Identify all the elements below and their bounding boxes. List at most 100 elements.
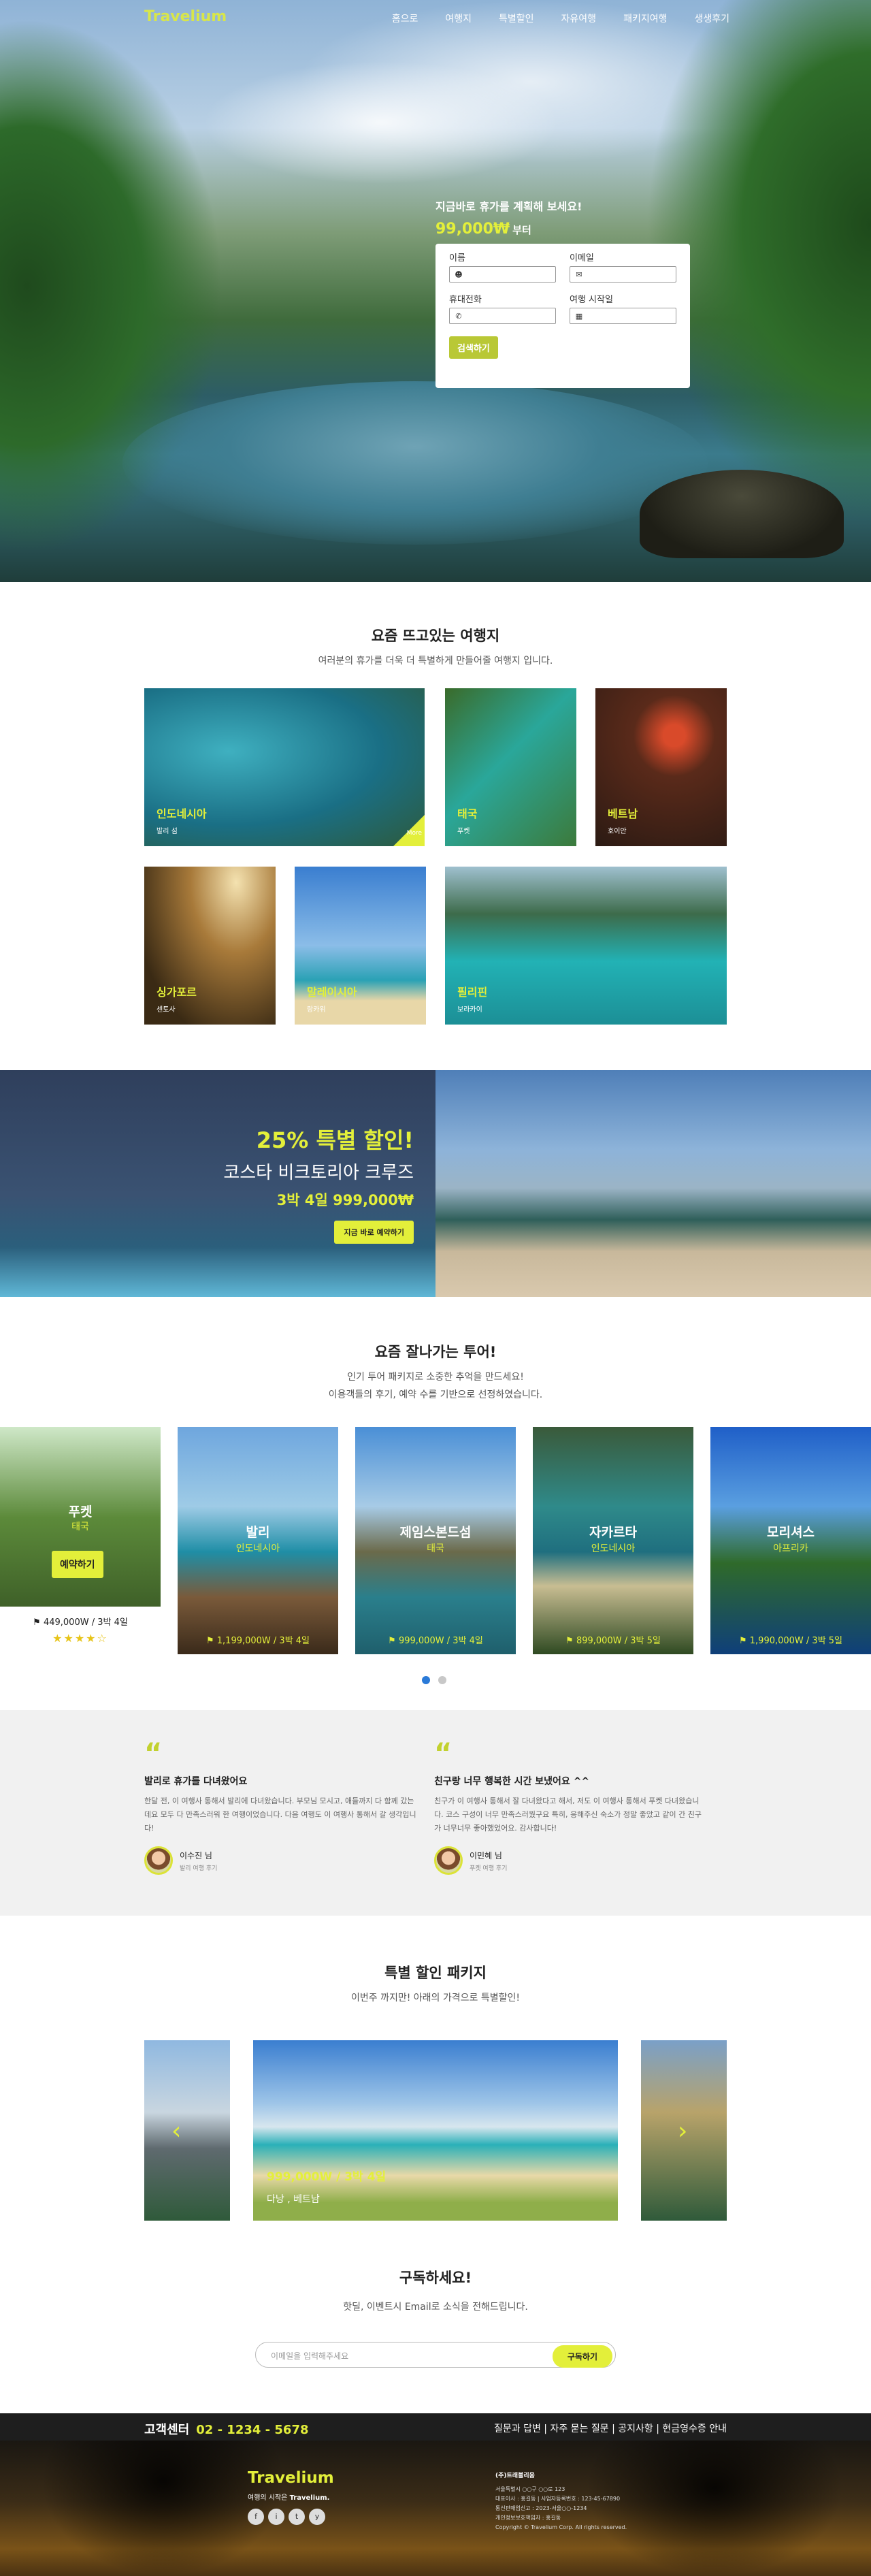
quote-icon: “ xyxy=(144,1738,163,1769)
nav-free-travel[interactable]: 자유여행 xyxy=(561,12,597,25)
avatar xyxy=(434,1846,463,1875)
tour-price-text: 1,990,000W / 3박 5일 xyxy=(749,1636,843,1646)
destination-sub: 발리 섬 xyxy=(157,828,178,835)
promo-banner: 25% 특별 할인! 코스타 비크토리아 크루즈 3박 4일 999,000₩ … xyxy=(0,1070,871,1297)
email-field[interactable]: ✉ xyxy=(570,266,676,283)
destination-tile[interactable]: 태국 푸켓 xyxy=(445,688,576,846)
tour-price: ⚑ 899,000W / 3박 5일 xyxy=(533,1633,693,1646)
author-name: 이수진 님 xyxy=(180,1850,212,1861)
hero-price-value: 99,000₩ xyxy=(436,221,510,238)
instagram-icon[interactable]: i xyxy=(268,2509,284,2525)
more-label: More xyxy=(406,830,422,837)
destination-tile[interactable]: 말레이시아 랑카위 xyxy=(295,867,426,1025)
review-card: “ 발리로 휴가를 다녀왔어요 한달 전, 이 여행사 통해서 발리에 다녀왔습… xyxy=(144,1740,416,1875)
reviews-section: “ 발리로 휴가를 다녀왔어요 한달 전, 이 여행사 통해서 발리에 다녀왔습… xyxy=(0,1710,871,1916)
tag-icon: ⚑ xyxy=(738,1636,747,1646)
nav-specials[interactable]: 특별할인 xyxy=(499,12,534,25)
chevron-left-icon[interactable]: ‹ xyxy=(171,2117,181,2145)
destination-tile[interactable]: 인도네시아발리 섬 More xyxy=(144,688,425,846)
special-title: 특별 할인 패키지 xyxy=(384,1965,487,1981)
subscribe-email-input[interactable]: 이메일을 입력해주세요 xyxy=(271,2350,348,2362)
promo-book-button[interactable]: 지금 바로 예약하기 xyxy=(334,1221,414,1244)
destination-name: 인도네시아 xyxy=(157,807,207,820)
slide-place: 다낭 , 베트남 xyxy=(267,2194,320,2205)
facebook-icon[interactable]: f xyxy=(248,2509,264,2525)
cs-label: 고객센터 xyxy=(144,2423,190,2437)
youtube-icon[interactable]: y xyxy=(309,2509,325,2525)
tour-price: ⚑ 1,199,000W / 3박 4일 xyxy=(178,1633,338,1646)
name-label: 이름 xyxy=(449,253,465,263)
subscribe-form: 이메일을 입력해주세요 구독하기 xyxy=(255,2342,616,2368)
search-button[interactable]: 검색하기 xyxy=(449,336,498,359)
tour-card[interactable]: 제임스본드섬 태국 ⚑ 999,000W / 3박 4일 xyxy=(355,1427,516,1654)
nav-home[interactable]: 홈으로 xyxy=(392,12,418,25)
tour-name: 자카르타 xyxy=(589,1525,637,1540)
destination-tile[interactable]: 베트남 호이안 xyxy=(595,688,727,846)
review-body: 친구가 이 여행사 통해서 잘 다녀왔다고 해서, 저도 이 여행사 통해서 푸… xyxy=(434,1797,702,1833)
slide-prev[interactable]: ‹ xyxy=(144,2040,230,2221)
company-address: 서울특별시 ○○구 ○○로 123 xyxy=(495,2486,565,2492)
top-nav: Travelium 홈으로 여행지 특별할인 자유여행 패키지여행 생생후기 xyxy=(0,0,871,38)
review-author: 이민혜 님푸켓 여행 후기 xyxy=(434,1846,706,1875)
tours-title: 요즘 잘나가는 투어! xyxy=(374,1344,497,1360)
tour-sub: 인도네시아 xyxy=(591,1543,636,1554)
twitter-icon[interactable]: t xyxy=(289,2509,305,2525)
tour-card[interactable]: 모리셔스 아프리카 ⚑ 1,990,000W / 3박 5일 xyxy=(710,1427,871,1654)
carousel-dot[interactable] xyxy=(438,1676,446,1684)
destination-sub: 센토사 xyxy=(157,1006,176,1014)
hero-text: 지금바로 휴가를 계획해 보세요! 99,000₩ 부터 xyxy=(436,197,582,238)
tour-price: ⚑ 449,000W / 3박 4일 xyxy=(0,1615,161,1628)
chevron-right-icon[interactable]: › xyxy=(678,2117,687,2145)
special-subtitle: 이번주 까지만! 아래의 가격으로 특별할인! xyxy=(351,1993,520,2003)
date-field[interactable]: ▦ xyxy=(570,308,676,324)
phone-icon: ✆ xyxy=(455,311,462,321)
company-license: 통신판매업신고 : 2023-서울○○-1234 xyxy=(495,2505,587,2511)
slide-main[interactable]: 999,000W / 3박 4일 다낭 , 베트남 xyxy=(253,2040,618,2221)
author-sub: 푸켓 여행 후기 xyxy=(470,1865,508,1872)
tour-book-button[interactable]: 예약하기 xyxy=(52,1551,103,1578)
promo-text: 25% 특별 할인! 코스타 비크토리아 크루즈 3박 4일 999,000₩ … xyxy=(223,1123,414,1244)
subscribe-button[interactable]: 구독하기 xyxy=(552,2345,612,2368)
tour-card[interactable]: 자카르타 인도네시아 ⚑ 899,000W / 3박 5일 xyxy=(533,1427,693,1654)
tag-icon: ⚑ xyxy=(206,1636,214,1646)
destination-tile[interactable]: 싱가포르센토사 xyxy=(144,867,276,1025)
hero-title: 지금바로 휴가를 계획해 보세요! xyxy=(436,200,582,213)
review-author: 이수진 님 발리 여행 후기 xyxy=(144,1846,416,1875)
author-name: 이민혜 님 xyxy=(470,1850,502,1861)
popular-subtitle: 여러분의 휴가를 더욱 더 특별하게 만들어줄 여행지 입니다. xyxy=(318,656,553,666)
review-title: 발리로 휴가를 다녀왔어요 xyxy=(144,1776,248,1787)
tour-price-text: 999,000W / 3박 4일 xyxy=(398,1636,483,1646)
site-logo[interactable]: Travelium xyxy=(144,8,227,25)
nav-packages[interactable]: 패키지여행 xyxy=(623,12,667,25)
nav-reviews[interactable]: 생생후기 xyxy=(694,12,729,25)
footer-links[interactable]: 질문과 답변 | 자주 묻는 질문 | 공지사항 | 현금영수증 안내 xyxy=(494,2421,727,2435)
destination-tile[interactable]: 필리핀보라카이 xyxy=(445,867,727,1025)
slide-next[interactable]: › xyxy=(641,2040,727,2221)
cs-phone: 02 - 1234 - 5678 xyxy=(196,2423,309,2437)
subscribe-subtitle: 핫딜, 이벤트시 Email로 소식을 전해드립니다. xyxy=(343,2302,528,2313)
hero-price-suffix: 부터 xyxy=(512,224,531,236)
tour-sub: 태국 xyxy=(71,1522,89,1532)
destination-name: 필리핀 xyxy=(457,986,488,999)
name-field[interactable]: ☻ xyxy=(449,266,556,283)
tours-subtitle-2: 이용객들의 후기, 예약 수를 기반으로 선정하였습니다. xyxy=(328,1389,543,1400)
carousel-dots xyxy=(422,1676,446,1684)
tour-sub: 태국 xyxy=(427,1543,444,1554)
tag-icon: ⚑ xyxy=(388,1636,396,1646)
footer-logo[interactable]: Travelium xyxy=(248,2469,334,2487)
subscribe-section: 구독하세요! 핫딜, 이벤트시 Email로 소식을 전해드립니다. 이메일을 … xyxy=(0,2267,871,2368)
carousel-dot-active[interactable] xyxy=(422,1676,430,1684)
popular-section: 요즘 뜨고있는 여행지 여러분의 휴가를 더욱 더 특별하게 만들어줄 여행지 … xyxy=(0,625,871,1025)
destination-sub: 푸켓 xyxy=(457,828,470,835)
tour-card[interactable]: 발리 인도네시아 ⚑ 1,199,000W / 3박 4일 xyxy=(178,1427,338,1654)
phone-field[interactable]: ✆ xyxy=(449,308,556,324)
special-slider: ‹ 999,000W / 3박 4일 다낭 , 베트남 › xyxy=(144,2040,727,2221)
nav-destinations[interactable]: 여행지 xyxy=(445,12,472,25)
company-info: (주)트래블리움 서울특별시 ○○구 ○○로 123 대표이사 : 홍길동 | … xyxy=(495,2471,627,2532)
footer-tagline: 여행의 시작은 Travelium. xyxy=(248,2492,329,2502)
tour-card[interactable]: 푸켓 태국 예약하기 ⚑ 449,000W / 3박 4일 ★★★★☆ xyxy=(0,1427,161,1654)
tours-section: 요즘 잘나가는 투어! 인기 투어 패키지로 소중한 추억을 만드세요! 이용객… xyxy=(0,1341,871,1684)
destination-name: 싱가포르 xyxy=(157,986,197,999)
destination-sub: 보라카이 xyxy=(457,1006,482,1014)
tour-name: 푸켓 xyxy=(68,1504,93,1519)
